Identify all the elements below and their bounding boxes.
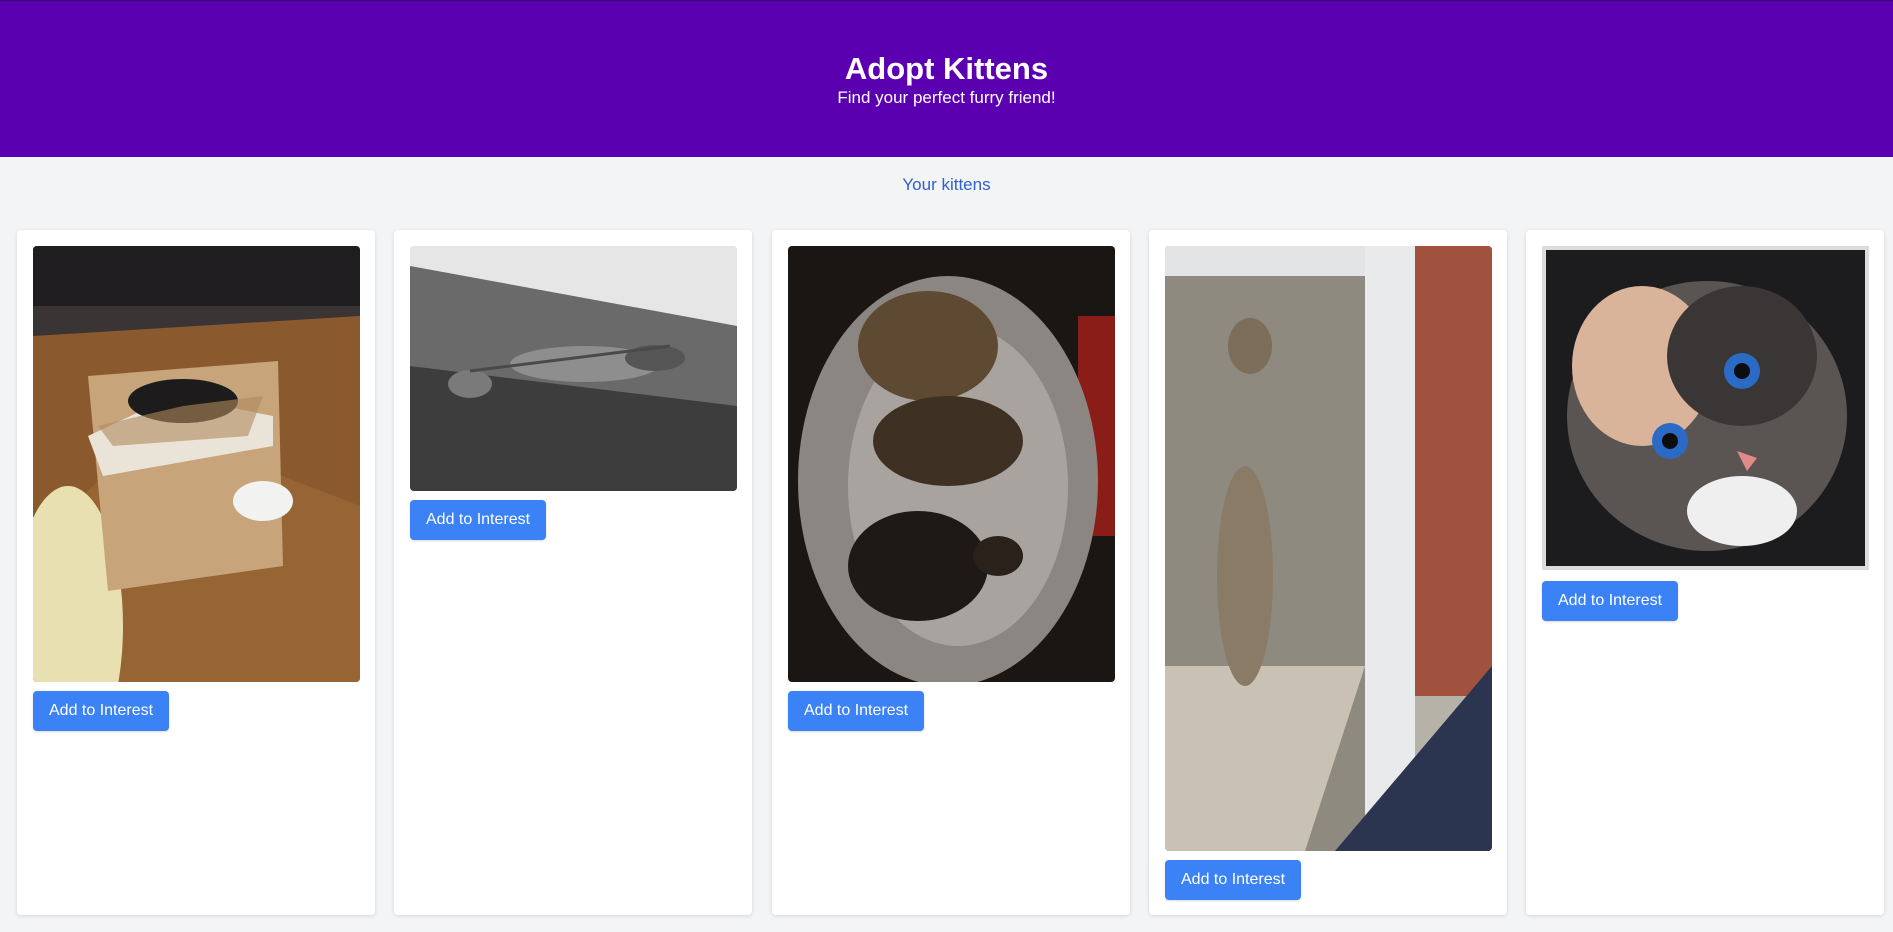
kitten-card: Add to Interest <box>1526 230 1884 915</box>
kitten-card: Add to Interest <box>1149 230 1507 915</box>
kitten-photo-5 <box>1542 246 1869 570</box>
kitten-card: Add to Interest <box>394 230 752 915</box>
kitten-photo-2 <box>410 246 737 491</box>
kitten-photo-1 <box>33 246 360 682</box>
page-title: Adopt Kittens <box>844 51 1049 86</box>
kitten-card: Add to Interest <box>772 230 1130 915</box>
add-to-interest-button[interactable]: Add to Interest <box>1542 581 1679 621</box>
your-kittens-link[interactable]: Your kittens <box>0 174 1893 196</box>
kitten-card: Add to Interest <box>17 230 375 915</box>
add-to-interest-button[interactable]: Add to Interest <box>1165 860 1302 900</box>
add-to-interest-button[interactable]: Add to Interest <box>33 691 170 731</box>
site-header: Adopt Kittens Find your perfect furry fr… <box>0 0 1893 157</box>
page-subtitle: Find your perfect furry friend! <box>837 88 1056 107</box>
kitten-photo-4 <box>1165 246 1492 851</box>
kitten-photo-3 <box>788 246 1115 682</box>
add-to-interest-button[interactable]: Add to Interest <box>788 691 925 731</box>
add-to-interest-button[interactable]: Add to Interest <box>410 500 547 540</box>
